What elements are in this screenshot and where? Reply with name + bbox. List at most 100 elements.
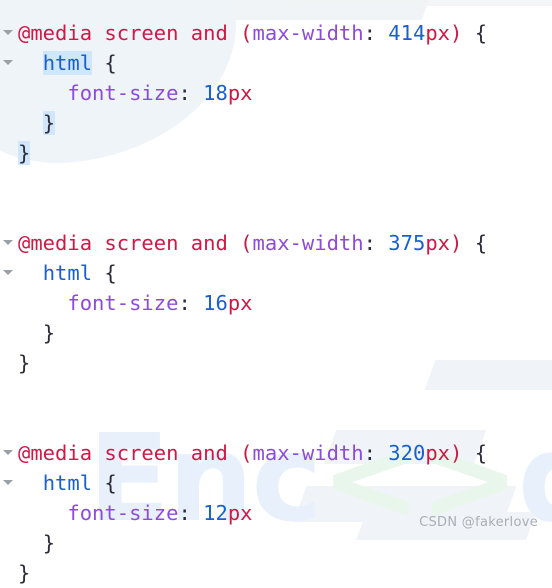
editor-gutter[interactable] [0,438,18,468]
code-line-text: @media screen and (max-width: 414px) { [18,18,552,48]
code-line-text: } [18,348,552,378]
token-punctuation: { [92,471,117,495]
editor-gutter[interactable] [0,18,18,48]
chevron-down-icon[interactable] [3,30,13,35]
token-punctuation: } [42,111,56,135]
token-number: 375 [388,231,426,255]
code-line-text: } [18,138,552,168]
code-line[interactable] [0,198,552,228]
editor-gutter[interactable] [0,528,18,558]
code-line[interactable] [0,168,552,198]
editor-gutter[interactable] [0,198,18,228]
token-punctuation: { [92,261,117,285]
token-paren: ( [240,231,253,255]
token-selector: html [42,51,93,75]
editor-gutter[interactable] [0,558,18,588]
code-line[interactable]: html { [0,258,552,288]
token-unit: px [425,21,451,45]
editor-gutter[interactable] [0,408,18,438]
editor-gutter[interactable] [0,258,18,288]
code-line-text: } [18,528,552,558]
token-number: 320 [388,441,426,465]
token-punctuation: { [92,51,117,75]
code-line[interactable]: } [0,348,552,378]
editor-gutter[interactable] [0,288,18,318]
chevron-down-icon[interactable] [3,240,13,245]
code-line-text: font-size: 16px [18,288,552,318]
token-unit: px [227,291,253,315]
token-punctuation: } [18,141,31,165]
code-line-text: @media screen and (max-width: 375px) { [18,228,552,258]
code-line-text: html { [18,258,552,288]
chevron-down-icon[interactable] [3,60,13,65]
token-property: font-size [67,81,179,105]
token-punctuation: : [178,501,204,525]
token-punctuation: { [462,21,488,45]
token-punctuation: } [18,351,31,375]
token-unit: px [425,231,451,255]
token-punctuation: } [42,321,56,345]
chevron-down-icon[interactable] [3,450,13,455]
code-line[interactable]: } [0,108,552,138]
editor-gutter[interactable] [0,378,18,408]
token-unit: px [227,81,253,105]
code-line[interactable]: font-size: 18px [0,78,552,108]
editor-gutter[interactable] [0,348,18,378]
code-line[interactable]: @media screen and (max-width: 414px) { [0,18,552,48]
token-paren: ) [450,231,463,255]
editor-gutter[interactable] [0,228,18,258]
code-line[interactable]: } [0,138,552,168]
chevron-down-icon[interactable] [3,480,13,485]
token-atrule: @media screen and [18,231,241,255]
token-punctuation: : [363,21,389,45]
code-line[interactable]: font-size: 16px [0,288,552,318]
code-line[interactable] [0,408,552,438]
token-selector: html [42,471,93,495]
token-paren: ) [450,441,463,465]
code-line[interactable]: html { [0,48,552,78]
token-number: 414 [388,21,426,45]
code-line[interactable]: @media screen and (max-width: 375px) { [0,228,552,258]
code-line-text: } [18,558,552,588]
code-line[interactable]: @media screen and (max-width: 320px) { [0,438,552,468]
code-line-text: } [18,108,552,138]
token-punctuation: : [178,81,204,105]
token-number: 16 [203,291,228,315]
code-line[interactable]: } [0,318,552,348]
code-line-text: font-size: 18px [18,78,552,108]
token-media-feature: max-width [252,231,364,255]
editor-gutter[interactable] [0,78,18,108]
token-selector: html [42,261,93,285]
chevron-down-icon[interactable] [3,270,13,275]
code-line-text: html { [18,48,552,78]
editor-gutter[interactable] [0,48,18,78]
token-number: 12 [203,501,228,525]
code-line[interactable] [0,378,552,408]
token-punctuation: } [18,561,31,585]
editor-gutter[interactable] [0,498,18,528]
editor-gutter[interactable] [0,468,18,498]
code-line[interactable]: } [0,528,552,558]
editor-gutter[interactable] [0,108,18,138]
token-number: 18 [203,81,228,105]
token-punctuation: : [178,291,204,315]
code-line-text: } [18,318,552,348]
code-line[interactable]: html { [0,468,552,498]
editor-gutter[interactable] [0,138,18,168]
code-line[interactable]: } [0,558,552,588]
token-unit: px [425,441,451,465]
code-line-text: @media screen and (max-width: 320px) { [18,438,552,468]
editor-gutter[interactable] [0,318,18,348]
token-punctuation: { [462,231,488,255]
editor-gutter[interactable] [0,168,18,198]
token-paren: ( [240,441,253,465]
code-editor[interactable]: @media screen and (max-width: 414px) { h… [0,0,552,588]
token-atrule: @media screen and [18,21,241,45]
